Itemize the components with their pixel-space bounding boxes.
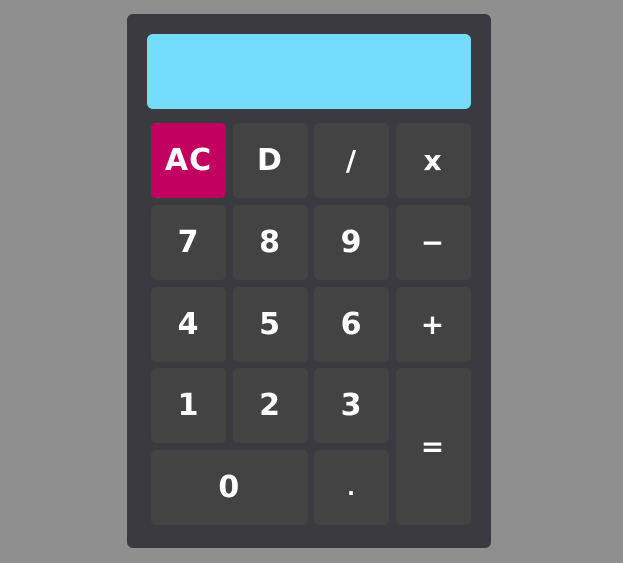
clear-button[interactable]: AC: [151, 123, 226, 198]
multiply-button[interactable]: x: [395, 123, 471, 198]
add-button[interactable]: +: [395, 286, 471, 362]
calculator: AC D / x 7 8 9 − 4 5 6 + 1 2 3 = 0 .: [127, 14, 491, 548]
equals-button[interactable]: =: [395, 368, 471, 525]
digit-5-button[interactable]: 5: [232, 286, 308, 362]
digit-6-button[interactable]: 6: [314, 286, 389, 362]
decimal-button[interactable]: .: [314, 450, 389, 525]
delete-button[interactable]: D: [232, 123, 308, 198]
digit-9-button[interactable]: 9: [314, 204, 389, 280]
digit-7-button[interactable]: 7: [151, 204, 226, 280]
digit-3-button[interactable]: 3: [314, 368, 389, 444]
digit-2-button[interactable]: 2: [232, 368, 308, 444]
digit-8-button[interactable]: 8: [232, 204, 308, 280]
digit-1-button[interactable]: 1: [151, 368, 226, 444]
keypad: AC D / x 7 8 9 − 4 5 6 + 1 2 3 = 0 .: [151, 123, 471, 533]
calculator-display: [147, 34, 471, 109]
digit-0-button[interactable]: 0: [151, 450, 308, 525]
subtract-button[interactable]: −: [395, 204, 471, 280]
digit-4-button[interactable]: 4: [151, 286, 226, 362]
divide-button[interactable]: /: [314, 123, 389, 198]
